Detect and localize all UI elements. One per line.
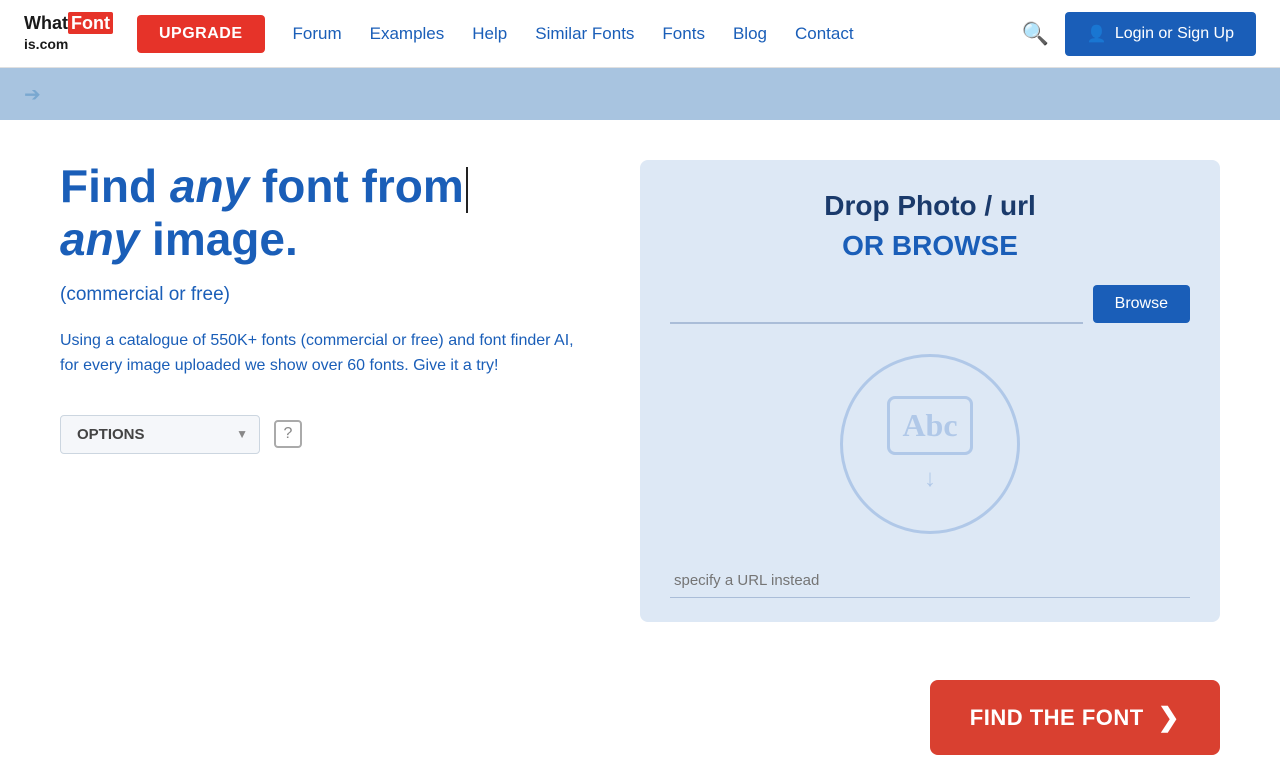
search-icon: 🔍 bbox=[1021, 21, 1048, 46]
options-select-wrap: OPTIONS bbox=[60, 415, 260, 454]
headline-any2: any bbox=[60, 213, 139, 265]
nav-forum[interactable]: Forum bbox=[293, 24, 342, 44]
question-mark-icon: ? bbox=[284, 425, 293, 443]
text-cursor bbox=[466, 167, 468, 213]
help-icon-button[interactable]: ? bbox=[274, 420, 302, 448]
drop-zone[interactable]: Abc ↓ bbox=[840, 354, 1020, 534]
options-bar: OPTIONS ? bbox=[60, 415, 580, 454]
abc-box: Abc bbox=[887, 396, 972, 455]
banner-arrow-icon: ➔ bbox=[24, 82, 41, 107]
nav-similar-fonts[interactable]: Similar Fonts bbox=[535, 24, 634, 44]
browse-button[interactable]: Browse bbox=[1093, 285, 1190, 323]
login-button[interactable]: 👤 Login or Sign Up bbox=[1065, 12, 1256, 56]
nav-blog[interactable]: Blog bbox=[733, 24, 767, 44]
find-font-button[interactable]: FIND THE FONT ❯ bbox=[930, 680, 1220, 755]
headline: Find any font from any image. bbox=[60, 160, 580, 266]
drop-title: Drop Photo / url bbox=[824, 190, 1036, 222]
url-input[interactable] bbox=[670, 564, 1190, 598]
main-content: Find any font from any image. (commercia… bbox=[0, 120, 1280, 680]
logo-what: What bbox=[24, 13, 68, 33]
subtitle: (commercial or free) bbox=[60, 284, 580, 306]
browse-row: Browse bbox=[670, 284, 1190, 324]
main-nav: Forum Examples Help Similar Fonts Fonts … bbox=[293, 24, 1018, 44]
nav-contact[interactable]: Contact bbox=[795, 24, 854, 44]
left-panel: Find any font from any image. (commercia… bbox=[60, 160, 580, 454]
or-browse-label: OR BROWSE bbox=[842, 230, 1018, 262]
login-label: Login or Sign Up bbox=[1115, 25, 1234, 43]
find-font-arrow-icon: ❯ bbox=[1158, 702, 1180, 733]
blue-banner: ➔ bbox=[0, 68, 1280, 120]
nav-examples[interactable]: Examples bbox=[370, 24, 445, 44]
description: Using a catalogue of 550K+ fonts (commer… bbox=[60, 328, 580, 379]
find-font-label: FIND THE FONT bbox=[970, 705, 1144, 731]
nav-help[interactable]: Help bbox=[472, 24, 507, 44]
logo[interactable]: WhatFont is.com bbox=[24, 14, 113, 54]
header: WhatFont is.com UPGRADE Forum Examples H… bbox=[0, 0, 1280, 68]
headline-find: Find any font from bbox=[60, 160, 464, 212]
download-arrow-icon: ↓ bbox=[924, 465, 936, 493]
logo-is: is.com bbox=[24, 36, 68, 52]
headline-any1: any bbox=[170, 160, 249, 212]
abc-text: Abc bbox=[902, 407, 957, 443]
options-select[interactable]: OPTIONS bbox=[60, 415, 260, 454]
nav-fonts[interactable]: Fonts bbox=[662, 24, 705, 44]
drop-zone-inner: Abc ↓ bbox=[887, 396, 972, 493]
search-button[interactable]: 🔍 bbox=[1017, 17, 1052, 51]
logo-font: Font bbox=[68, 12, 113, 34]
upload-panel: Drop Photo / url OR BROWSE Browse Abc ↓ bbox=[640, 160, 1220, 622]
upgrade-button[interactable]: UPGRADE bbox=[137, 15, 265, 53]
find-font-row: FIND THE FONT ❯ bbox=[0, 680, 1280, 775]
browse-input[interactable] bbox=[670, 284, 1083, 324]
person-icon: 👤 bbox=[1087, 24, 1107, 44]
